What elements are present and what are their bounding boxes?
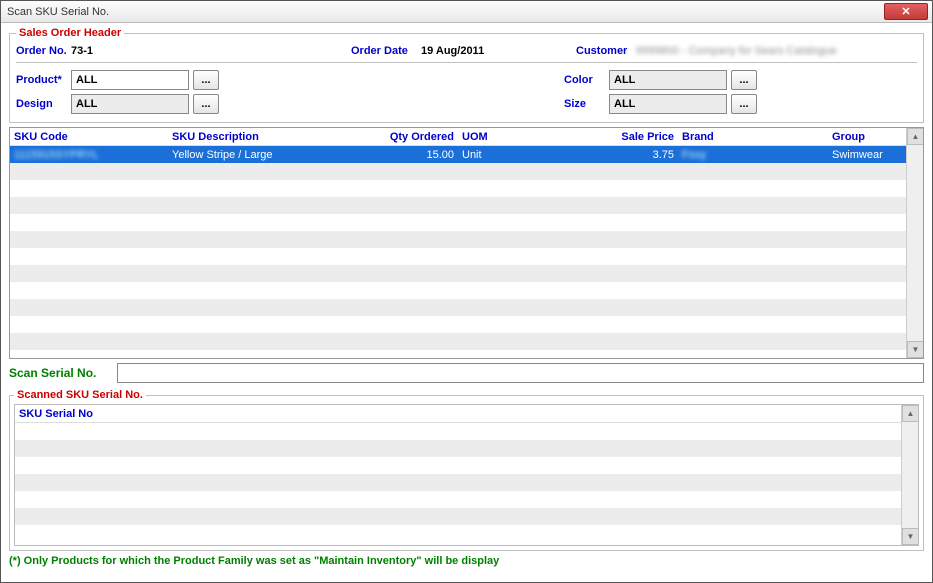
table-row	[10, 316, 906, 333]
scanned-grid-header: SKU Serial No	[15, 405, 901, 423]
design-label: Design	[16, 98, 71, 110]
design-input[interactable]	[71, 94, 189, 114]
customer-label: Customer	[576, 45, 636, 57]
grid-scrollbar[interactable]: ▲ ▼	[906, 128, 923, 358]
size-lookup-button[interactable]: ...	[731, 94, 757, 114]
chevron-up-icon[interactable]: ▲	[907, 128, 924, 145]
chevron-up-icon[interactable]: ▲	[902, 405, 919, 422]
product-label: Product*	[16, 74, 71, 86]
design-lookup-button[interactable]: ...	[193, 94, 219, 114]
cell-sku-desc: Yellow Stripe / Large	[168, 149, 378, 161]
table-row	[15, 508, 901, 525]
sku-grid-inner: SKU Code SKU Description Qty Ordered UOM…	[10, 128, 906, 358]
table-row	[10, 299, 906, 316]
table-row	[10, 163, 906, 180]
table-row	[15, 440, 901, 457]
close-icon: ✕	[901, 5, 910, 18]
order-date-label: Order Date	[351, 45, 421, 57]
table-row	[10, 282, 906, 299]
cell-sku-code: 1115915SYPRYL	[10, 149, 168, 161]
header-row-1: Order No. 73-1 Order Date 19 Aug/2011 Cu…	[16, 43, 917, 59]
main-content: Sales Order Header Order No. 73-1 Order …	[1, 23, 932, 582]
table-row	[15, 525, 901, 542]
scan-serial-row: Scan Serial No.	[9, 359, 924, 389]
order-no-label: Order No.	[16, 45, 71, 57]
sales-header-legend: Sales Order Header	[16, 27, 124, 39]
scanned-serial-group: Scanned SKU Serial No. SKU Serial No ▲	[9, 389, 924, 551]
table-row	[10, 265, 906, 282]
table-row	[15, 491, 901, 508]
cell-brand: Foxy	[678, 149, 828, 161]
table-row	[10, 214, 906, 231]
scanned-scrollbar[interactable]: ▲ ▼	[901, 405, 918, 545]
col-serial-no[interactable]: SKU Serial No	[15, 408, 901, 420]
customer-value: 9999800 - Company for Sears Catalogue	[636, 45, 837, 57]
chevron-down-icon[interactable]: ▼	[902, 528, 919, 545]
col-qty[interactable]: Qty Ordered	[378, 131, 458, 143]
col-price[interactable]: Sale Price	[598, 131, 678, 143]
size-input[interactable]	[609, 94, 727, 114]
col-uom[interactable]: UOM	[458, 131, 598, 143]
cell-qty: 15.00	[378, 149, 458, 161]
sku-grid[interactable]: SKU Code SKU Description Qty Ordered UOM…	[9, 127, 924, 359]
table-row	[10, 333, 906, 350]
cell-group: Swimwear	[828, 149, 906, 161]
order-date-value: 19 Aug/2011	[421, 45, 576, 57]
sku-grid-header: SKU Code SKU Description Qty Ordered UOM…	[10, 128, 906, 146]
close-button[interactable]: ✕	[884, 3, 928, 20]
title-bar: Scan SKU Serial No. ✕	[1, 1, 932, 23]
cell-price: 3.75	[598, 149, 678, 161]
window-frame: Scan SKU Serial No. ✕ Sales Order Header…	[0, 0, 933, 583]
scanned-legend: Scanned SKU Serial No.	[14, 389, 146, 401]
col-group[interactable]: Group	[828, 131, 906, 143]
scan-serial-label: Scan Serial No.	[9, 366, 117, 380]
table-row	[15, 423, 901, 440]
filter-row-2: Design ... Size ...	[16, 92, 917, 116]
table-row	[15, 457, 901, 474]
separator-1	[16, 62, 917, 63]
color-lookup-button[interactable]: ...	[731, 70, 757, 90]
table-row	[10, 231, 906, 248]
table-row[interactable]: 1115915SYPRYL Yellow Stripe / Large 15.0…	[10, 146, 906, 163]
scan-serial-input[interactable]	[117, 363, 924, 383]
table-row	[10, 197, 906, 214]
color-label: Color	[564, 74, 609, 86]
footer-note: (*) Only Products for which the Product …	[9, 551, 924, 567]
scanned-grid[interactable]: SKU Serial No ▲ ▼	[14, 404, 919, 546]
sales-order-header-group: Sales Order Header Order No. 73-1 Order …	[9, 27, 924, 123]
order-no-value: 73-1	[71, 45, 351, 57]
window-title: Scan SKU Serial No.	[7, 6, 109, 18]
scanned-grid-inner: SKU Serial No	[15, 405, 901, 545]
col-brand[interactable]: Brand	[678, 131, 828, 143]
color-input[interactable]	[609, 70, 727, 90]
table-row	[15, 474, 901, 491]
cell-uom: Unit	[458, 149, 598, 161]
table-row	[10, 248, 906, 265]
chevron-down-icon[interactable]: ▼	[907, 341, 924, 358]
filter-row-1: Product* ... Color ...	[16, 68, 917, 92]
product-lookup-button[interactable]: ...	[193, 70, 219, 90]
col-sku-code[interactable]: SKU Code	[10, 131, 168, 143]
size-label: Size	[564, 98, 609, 110]
col-sku-desc[interactable]: SKU Description	[168, 131, 378, 143]
table-row	[10, 180, 906, 197]
product-input[interactable]	[71, 70, 189, 90]
